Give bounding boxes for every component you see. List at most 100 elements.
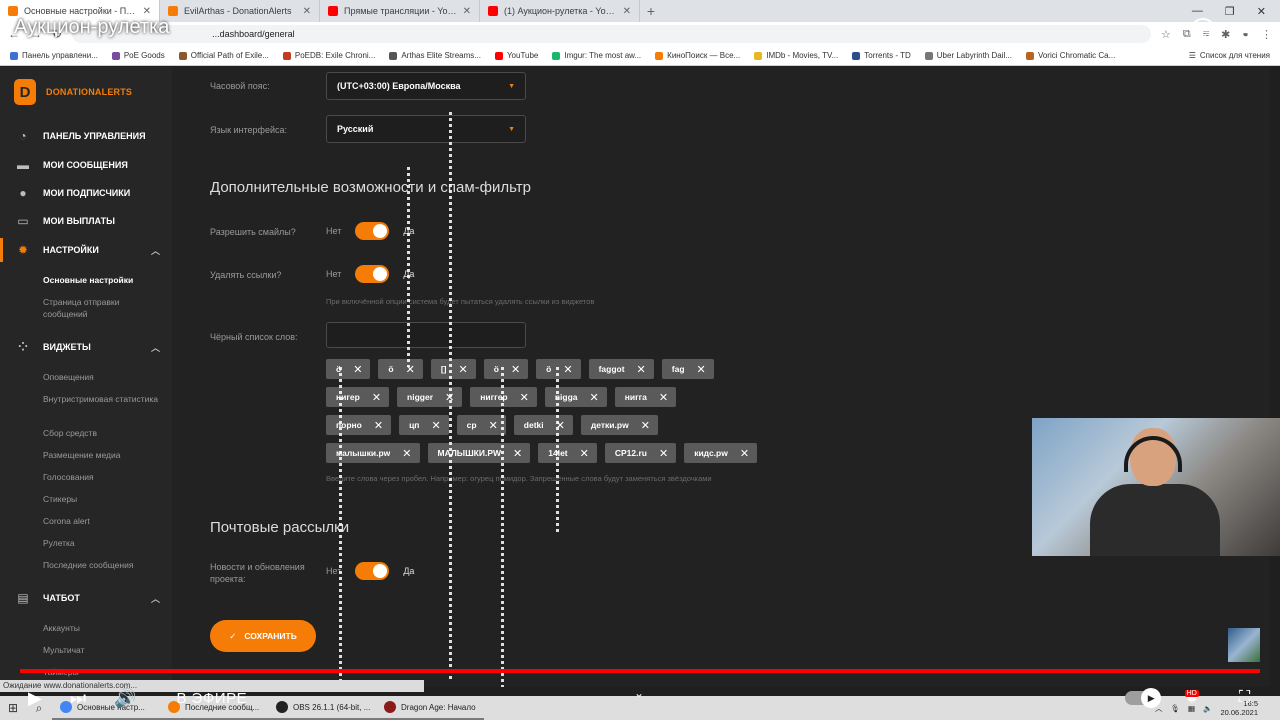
sub-message-page[interactable]: Страница отправки сообщений [43,296,163,320]
volume-icon[interactable]: 🔊 [114,688,136,709]
maximize-icon[interactable]: ❐ [1225,5,1235,18]
minimize-icon[interactable]: — [1192,5,1203,17]
gear-icon: ✹ [17,243,29,257]
sub-multichat[interactable]: Мультичат [43,644,163,656]
remove-tag-icon[interactable]: ✕ [563,363,572,376]
bookmark-item[interactable]: PoE Goods [111,51,165,60]
sub-media[interactable]: Размещение медиа [43,449,163,461]
chevron-down-icon[interactable]: ⌄ [634,686,644,700]
bookmark-item[interactable]: IMDb - Movies, TV... [754,51,838,60]
bookmark-item[interactable]: PoEDB: Exile Chroni... [282,51,375,60]
browser-tab-bar: Основные настройки - Панель✕EvilArthas -… [0,0,1280,22]
reading-list[interactable]: ☰ Список для чтения [1189,51,1270,60]
nav-dashboard[interactable]: ◔ ПАНЕЛЬ УПРАВЛЕНИЯ [0,124,172,148]
bookmark-item[interactable]: Vorici Chromatic Ca... [1025,51,1115,60]
news-toggle[interactable] [355,562,390,580]
browser-tab[interactable]: (1) Аукцион-рулетка - YouTube✕ [480,0,640,22]
sub-stream-stats[interactable]: Внутристримовая статистика [43,393,163,405]
bookmark-item[interactable]: Arthas Elite Streams... [389,51,481,60]
remove-tag-icon[interactable]: ✕ [459,363,468,376]
close-icon[interactable]: ✕ [303,6,311,17]
remove-tag-icon[interactable]: ✕ [520,391,529,404]
news-label: Новости и обновления проекта: [210,562,305,584]
bookmark-item[interactable]: Torrents - TD [852,51,911,60]
remove-tag-icon[interactable]: ✕ [659,391,668,404]
blacklist-tags: ö✕ö✕[]✕ö✕ö✕faggot✕fag✕нигер✕nigger✕нигге… [326,359,776,471]
share-icon[interactable]: ➦ [1236,18,1253,44]
fullscreen-icon[interactable]: ⛶ [1239,689,1250,707]
menu-icon[interactable]: ⋮ [1261,28,1272,41]
timezone-select[interactable]: (UTC+03:00) Европа/Москва ▼ [326,72,526,100]
nav-payouts[interactable]: ▭ МОИ ВЫПЛАТЫ [0,209,172,233]
next-icon[interactable]: ⏭ [70,688,86,709]
sub-alerts[interactable]: Оповещения [43,371,163,383]
autoplay-toggle[interactable]: ▶ [1125,688,1162,708]
save-button[interactable]: ✓ СОХРАНИТЬ [210,620,316,652]
blacklist-tag: [] ✕ [430,359,476,379]
nav-settings[interactable]: ✹ НАСТРОЙКИ ︿ [0,238,172,262]
remove-tag-icon[interactable]: ✕ [590,391,599,404]
nav-subscribers[interactable]: ● МОИ ПОДПИСЧИКИ [0,181,172,205]
watch-later-icon[interactable]: ◷ [1190,18,1216,44]
settings-gear-icon[interactable]: ✹HD [1184,688,1213,708]
links-label: Удалять ссылки? [210,270,282,280]
browser-tab[interactable]: EvilArthas - DonationAlerts ✕ [160,0,320,22]
links-toggle[interactable] [355,265,390,283]
logo[interactable]: D DONATIONALERTS [14,79,132,105]
bookmark-item[interactable]: КиноПоиск — Все... [655,51,740,60]
smiles-toggle[interactable] [355,222,390,240]
language-select[interactable]: Русский ▼ [326,115,526,143]
bookmark-item[interactable]: YouTube [494,51,538,60]
remove-tag-icon[interactable]: ✕ [489,419,498,432]
remove-tag-icon[interactable]: ✕ [431,419,440,432]
blacklist-tag: fag ✕ [661,359,714,379]
channel-thumbnail[interactable] [1228,628,1260,662]
sub-general-settings[interactable]: Основные настройки [43,274,163,286]
remove-tag-icon[interactable]: ✕ [659,447,668,460]
sub-stickers[interactable]: Стикеры [43,493,163,505]
close-icon[interactable]: ✕ [623,6,631,17]
url-input[interactable]: ...dashboard/general [72,25,1151,43]
nav-messages[interactable]: ▬ МОИ СООБЩЕНИЯ [0,153,172,177]
sub-fundraising[interactable]: Сбор средств [43,427,163,439]
remove-tag-icon[interactable]: ✕ [740,447,749,460]
bookmark-item[interactable]: Панель управлени... [10,51,98,60]
close-icon[interactable]: ✕ [463,6,471,17]
sub-polls[interactable]: Голосования [43,471,163,483]
live-label[interactable]: В ЭФИРЕ [176,690,247,707]
remove-tag-icon[interactable]: ✕ [637,363,646,376]
blacklist-tag: порно ✕ [326,415,392,435]
new-tab-icon[interactable]: + [640,0,662,22]
remove-tag-icon[interactable]: ✕ [402,447,411,460]
sub-roulette[interactable]: Рулетка [43,537,163,549]
star-icon[interactable]: ☆ [1161,28,1171,41]
browser-tab[interactable]: Прямые трансляции - YouTube✕ [320,0,480,22]
settings-main: Часовой пояс: (UTC+03:00) Европа/Москва ▼… [210,67,1270,687]
blacklist-tag: detki ✕ [513,415,573,435]
sub-last-messages[interactable]: Последние сообщения [43,559,163,571]
close-window-icon[interactable]: ✕ [1257,5,1266,18]
blacklist-tag: ö✕ [378,359,423,379]
remove-tag-icon[interactable]: ✕ [374,419,383,432]
video-artifact [501,367,504,687]
blacklist-label: Чёрный список слов: [210,332,298,342]
remove-tag-icon[interactable]: ✕ [697,363,706,376]
video-overlay-actions: ◷ ➦ [1190,18,1253,44]
remove-tag-icon[interactable]: ✕ [353,363,362,376]
remove-tag-icon[interactable]: ✕ [372,391,381,404]
remove-tag-icon[interactable]: ✕ [513,447,522,460]
close-icon[interactable]: ✕ [143,6,151,17]
remove-tag-icon[interactable]: ✕ [511,363,520,376]
sub-corona-alert[interactable]: Corona alert [43,515,163,527]
nav-widgets[interactable]: ⁘ ВИДЖЕТЫ ︿ [0,335,172,359]
bookmark-item[interactable]: Official Path of Exile... [178,51,269,60]
play-icon[interactable]: ▶ [28,688,42,709]
remove-tag-icon[interactable]: ✕ [580,447,589,460]
sub-accounts[interactable]: Аккаунты [43,622,163,634]
bookmark-item[interactable]: Uber Labyrinth Dail... [924,51,1012,60]
bookmark-item[interactable]: Imgur: The most aw... [552,51,641,60]
nav-chatbot[interactable]: ▤ ЧАТБОТ ︿ [0,586,172,610]
blacklist-input[interactable] [326,322,526,348]
remove-tag-icon[interactable]: ✕ [641,419,650,432]
video-progress-bar[interactable] [20,669,1260,673]
